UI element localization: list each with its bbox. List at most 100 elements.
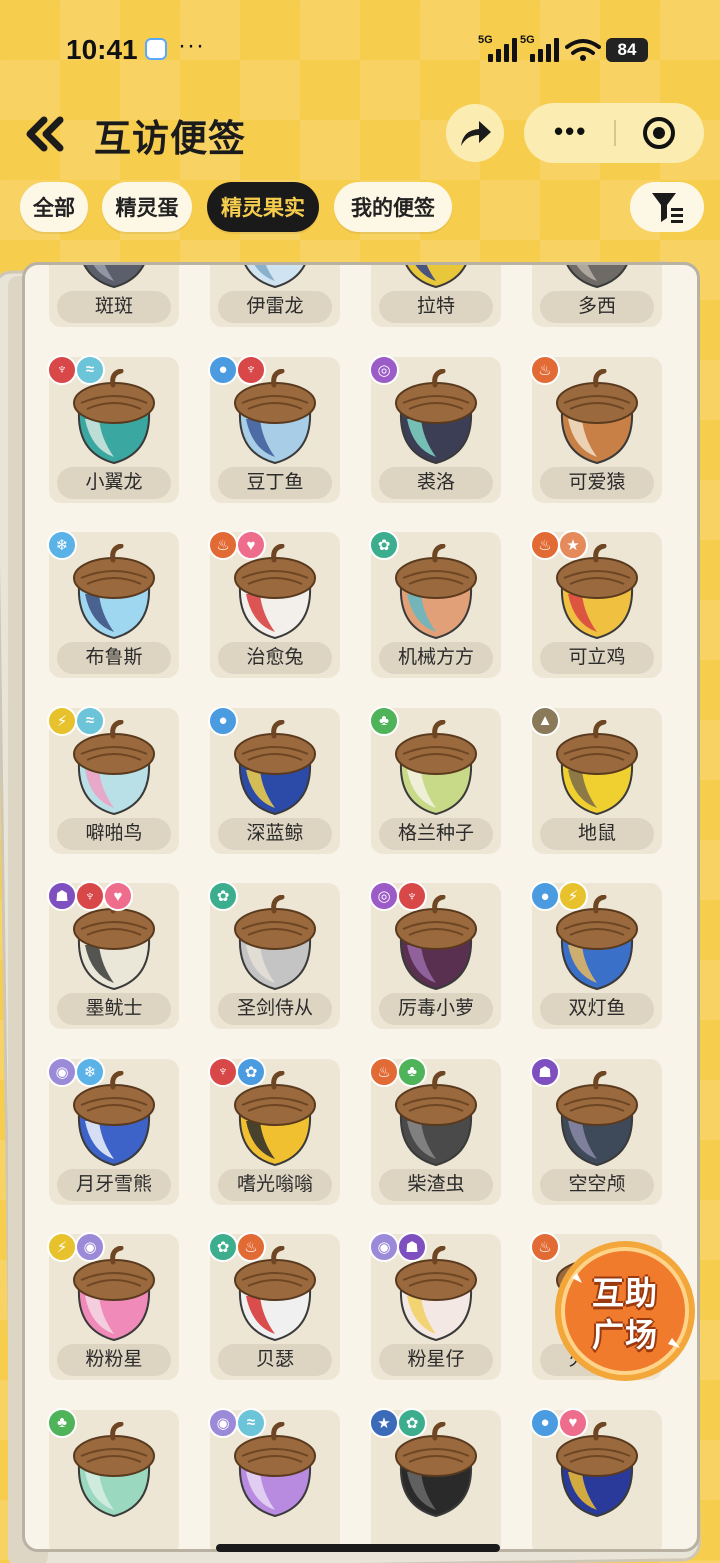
heart-type-icon: ♥: [558, 1407, 588, 1438]
fruit-name-label: 嗜光嗡嗡: [218, 1168, 332, 1201]
fruit-card[interactable]: ● ♥: [530, 1407, 662, 1549]
double-chevron-left-icon: [26, 116, 64, 152]
grass-type-icon: ♣: [369, 705, 399, 736]
fruit-card[interactable]: ⚡ ◉ 粉粉星: [47, 1232, 179, 1380]
share-button[interactable]: [446, 104, 504, 162]
type-badges: ● ⚡: [530, 881, 588, 911]
wind-type-icon: ◉: [47, 1056, 77, 1087]
poison-type-icon: ◎: [369, 881, 399, 911]
back-button[interactable]: [22, 112, 68, 156]
type-badges: ● ♥: [530, 1407, 588, 1438]
battery-indicator: 84: [606, 38, 648, 62]
wind-type-icon: ◉: [208, 1407, 238, 1438]
fruit-card[interactable]: ★ ✿: [369, 1407, 501, 1549]
type-badges: ✿ ♨: [208, 1232, 266, 1262]
fruit-card[interactable]: ♣: [47, 1407, 179, 1549]
tab-spirit-fruit[interactable]: 精灵果实: [207, 182, 319, 232]
fruit-name-label: 机械方方: [379, 642, 493, 674]
fruit-card[interactable]: 伊雷龙: [210, 265, 340, 327]
heart-type-icon: ♥: [103, 881, 133, 911]
fruit-name-label: 伊雷龙: [218, 291, 332, 323]
fruit-card[interactable]: ● ⚡ 双灯鱼: [530, 881, 662, 1029]
fruit-card[interactable]: ✿ 圣剑侍从: [208, 881, 340, 1029]
type-badges: ●: [208, 705, 238, 736]
type-badges: ♣: [47, 1407, 77, 1438]
fruit-card[interactable]: 拉特: [371, 265, 501, 327]
fruit-card[interactable]: ◉ ≈: [208, 1407, 340, 1549]
fruit-card[interactable]: ◉ ❄ 月牙雪熊: [47, 1056, 179, 1205]
fruit-name-label: 噼啪鸟: [57, 817, 171, 850]
fruit-card[interactable]: ◎ ♆ 厉毒小萝: [369, 881, 501, 1029]
type-badges: ✿: [369, 530, 399, 560]
fruit-card[interactable]: ▲ 地鼠: [530, 705, 662, 854]
fruit-name-label: 双灯鱼: [540, 993, 654, 1025]
fruit-card[interactable]: ⚡ ≈ 噼啪鸟: [47, 705, 179, 854]
fruit-card[interactable]: ✿ 机械方方: [369, 530, 501, 678]
type-badges: ▲: [530, 705, 560, 736]
grass-type-icon: ♣: [47, 1407, 77, 1438]
fruit-card[interactable]: 斑斑: [49, 265, 179, 327]
type-badges: ♨: [530, 354, 560, 385]
electric-type-icon: ⚡: [47, 705, 77, 736]
fruit-card[interactable]: ♨ 可爱猿: [530, 354, 662, 503]
type-badges: ◎ ♆: [369, 881, 427, 911]
status-time: 10:41: [66, 34, 138, 65]
fruit-name-label: 小翼龙: [57, 466, 171, 499]
fruit-card[interactable]: ♨ ♥ 治愈兔: [208, 530, 340, 678]
fruit-name-label: 斑斑: [57, 291, 171, 323]
fruit-card[interactable]: ♨ ♣ 柴渣虫: [369, 1056, 501, 1205]
ghost-type-icon: ☗: [397, 1232, 427, 1262]
gear-type-icon: ✿: [236, 1056, 266, 1087]
fruit-name-label: 深蓝鲸: [218, 817, 332, 850]
fruit-name-label: 空空颅: [540, 1168, 654, 1201]
type-badges: ♆ ✿: [208, 1056, 266, 1087]
fruit-card[interactable]: ● 深蓝鲸: [208, 705, 340, 854]
ghost-type-icon: ☗: [47, 881, 77, 911]
gear-type-icon: ✿: [208, 1232, 238, 1262]
wind-type-icon: ◉: [75, 1232, 105, 1262]
type-badges: ⚡ ◉: [47, 1232, 105, 1262]
type-badges: ♆ ≈: [47, 354, 105, 385]
fruit-name-label: 粉星仔: [379, 1344, 493, 1376]
fruit-card[interactable]: ❄ 布鲁斯: [47, 530, 179, 678]
fruit-card[interactable]: ♆ ≈ 小翼龙: [47, 354, 179, 503]
close-mini-program-button[interactable]: [643, 117, 675, 149]
fruit-card[interactable]: ● ♆ 豆丁鱼: [208, 354, 340, 503]
acorn-fruit-icon: [395, 368, 477, 464]
heart-type-icon: ♥: [236, 530, 266, 560]
type-badges: ☗ ♆ ♥: [47, 881, 133, 911]
water-type-icon: ●: [208, 354, 238, 385]
tab-all[interactable]: 全部: [20, 182, 88, 232]
fruit-card[interactable]: ✿ ♨ 贝瑟: [208, 1232, 340, 1380]
acorn-fruit-icon: [395, 719, 477, 815]
type-badges: ★ ✿: [369, 1407, 427, 1438]
acorn-fruit-icon: [234, 719, 316, 815]
fruit-card[interactable]: ♆ ✿ 嗜光嗡嗡: [208, 1056, 340, 1205]
filter-icon: [652, 193, 683, 223]
tab-spirit-egg[interactable]: 精灵蛋: [102, 182, 192, 232]
fruit-card[interactable]: ☗ ♆ ♥ 墨鱿士: [47, 881, 179, 1029]
fruit-name-label: 治愈兔: [218, 642, 332, 674]
acorn-fruit-icon: [566, 265, 628, 289]
filter-button[interactable]: [630, 182, 704, 232]
mini-program-capsule: •••: [524, 103, 704, 163]
ghost-type-icon: ☗: [530, 1056, 560, 1087]
fruit-card[interactable]: ◎ 裘洛: [369, 354, 501, 503]
fruit-name-label: 拉特: [379, 291, 493, 323]
fruit-card[interactable]: ◉ ☗ 粉星仔: [369, 1232, 501, 1380]
acorn-fruit-icon: [405, 265, 467, 289]
fruit-card[interactable]: 多西: [532, 265, 662, 327]
fruit-card[interactable]: ♣ 格兰种子: [369, 705, 501, 854]
electric-type-icon: ⚡: [558, 881, 588, 911]
acorn-fruit-icon: [556, 368, 638, 464]
star-type-icon: ★: [558, 530, 588, 560]
fruit-card[interactable]: ♨ ★ 可立鸡: [530, 530, 662, 678]
tab-my-notes[interactable]: 我的便签: [334, 182, 452, 232]
type-badges: ● ♆: [208, 354, 266, 385]
fruit-name-label: 多西: [540, 291, 654, 323]
home-indicator[interactable]: [216, 1544, 500, 1552]
more-options-button[interactable]: •••: [554, 116, 587, 147]
acorn-fruit-icon: [234, 895, 316, 991]
help-plaza-button[interactable]: 互助 广场: [552, 1238, 698, 1384]
fruit-card[interactable]: ☗ 空空颅: [530, 1056, 662, 1205]
